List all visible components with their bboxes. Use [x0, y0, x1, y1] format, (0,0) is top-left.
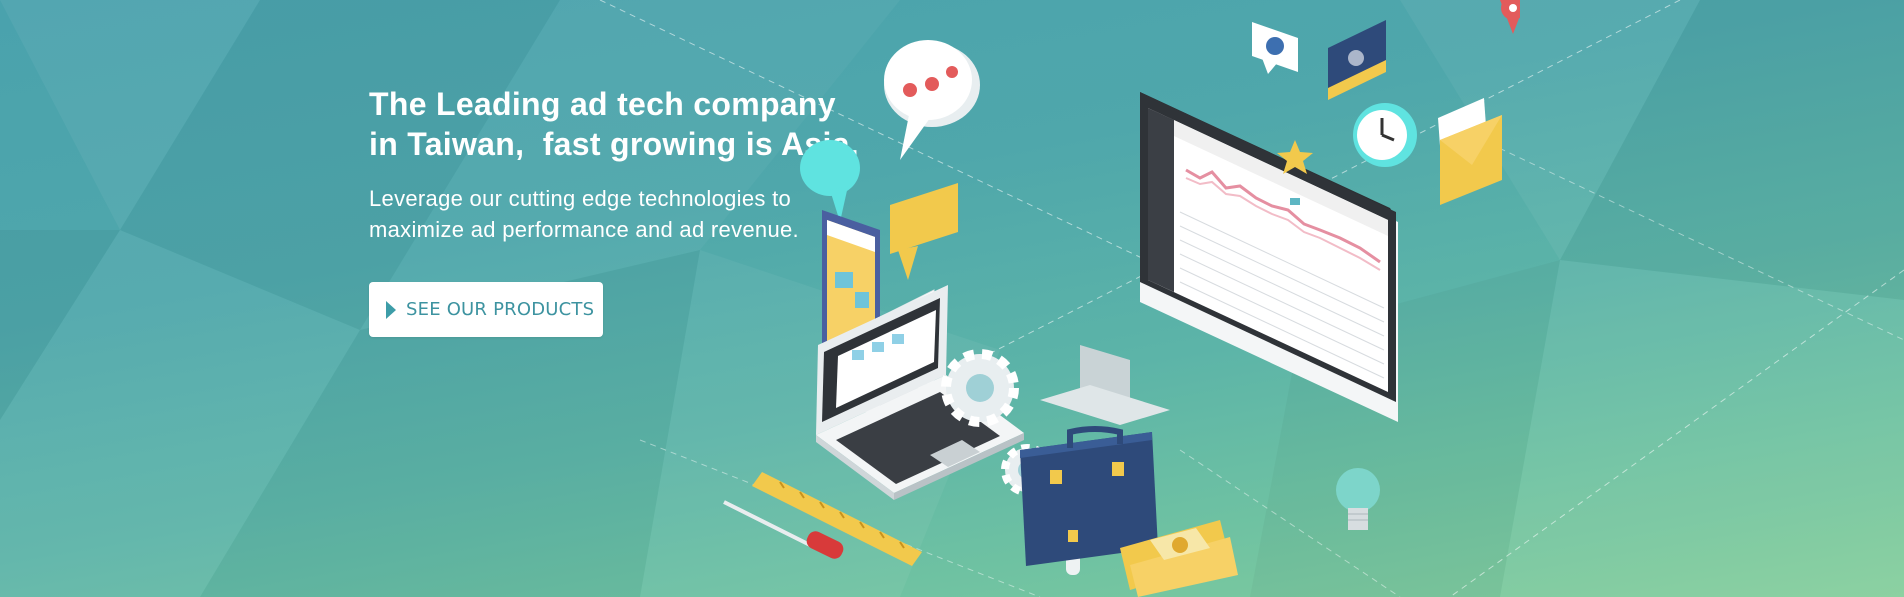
isometric-illustration: [723, 0, 1520, 597]
clock-icon: [1353, 103, 1417, 167]
hero-banner: The Leading ad tech company in Taiwan, f…: [0, 0, 1904, 597]
video-player-icon: [1328, 20, 1386, 100]
teal-chat-bubble-icon: [800, 140, 860, 222]
see-our-products-label: SEE OUR PRODUCTS: [406, 299, 595, 320]
mail-icon: [1438, 98, 1502, 205]
chat-bubble-icon: [884, 40, 980, 160]
play-triangle-icon: [386, 300, 396, 319]
map-pin-icon: [1500, 0, 1520, 34]
monitor-dashboard-icon: [1040, 92, 1398, 425]
lightbulb-icon: [1336, 468, 1380, 530]
gear-icon: [941, 349, 1019, 427]
video-bubble-icon: [1252, 22, 1298, 74]
yellow-chat-bubble-icon: [890, 183, 958, 280]
see-our-products-button[interactable]: SEE OUR PRODUCTS: [369, 282, 603, 337]
